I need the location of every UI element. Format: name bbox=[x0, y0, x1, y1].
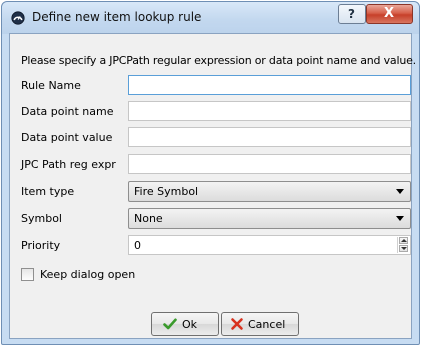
keep-dialog-open-checkbox[interactable] bbox=[21, 268, 34, 281]
title-bar[interactable]: Define new item lookup rule ? X bbox=[2, 2, 419, 34]
data-point-name-label: Data point name bbox=[21, 105, 114, 118]
item-type-value: Fire Symbol bbox=[134, 185, 199, 198]
symbol-value: None bbox=[134, 212, 163, 225]
ok-button[interactable]: Ok bbox=[151, 312, 219, 336]
cancel-label: Cancel bbox=[248, 318, 286, 331]
data-point-value-field[interactable] bbox=[128, 127, 411, 147]
priority-value: 0 bbox=[134, 239, 141, 252]
symbol-select[interactable]: None bbox=[128, 208, 411, 229]
jpc-path-field[interactable] bbox=[128, 154, 411, 174]
priority-spinbox[interactable]: 0 bbox=[128, 235, 411, 255]
gauge-icon bbox=[11, 11, 25, 25]
spin-down-icon[interactable] bbox=[399, 245, 408, 252]
window-title: Define new item lookup rule bbox=[32, 10, 202, 24]
data-point-value-label: Data point value bbox=[21, 131, 113, 144]
close-button[interactable]: X bbox=[366, 4, 413, 24]
instructions-text: Please specify a JPCPath regular express… bbox=[21, 54, 416, 67]
ok-label: Ok bbox=[182, 318, 198, 331]
help-icon: ? bbox=[348, 7, 355, 21]
jpc-path-label: JPC Path reg expr bbox=[21, 158, 116, 171]
dialog-body: Please specify a JPCPath regular express… bbox=[9, 33, 416, 339]
symbol-label: Symbol bbox=[21, 212, 62, 225]
close-icon: X bbox=[384, 6, 395, 21]
help-button[interactable]: ? bbox=[338, 4, 366, 24]
priority-label: Priority bbox=[21, 239, 61, 252]
chevron-down-icon bbox=[396, 189, 404, 194]
data-point-name-field[interactable] bbox=[128, 101, 411, 121]
red-x-icon bbox=[231, 318, 243, 330]
keep-dialog-open-label: Keep dialog open bbox=[40, 268, 136, 281]
chevron-down-icon bbox=[396, 216, 404, 221]
cancel-button[interactable]: Cancel bbox=[221, 312, 299, 336]
spin-up-icon[interactable] bbox=[399, 237, 408, 244]
rule-name-label: Rule Name bbox=[21, 79, 81, 92]
item-type-label: Item type bbox=[21, 185, 75, 198]
rule-name-field[interactable] bbox=[128, 75, 411, 95]
item-type-select[interactable]: Fire Symbol bbox=[128, 181, 411, 202]
spin-buttons bbox=[397, 237, 409, 253]
checkmark-icon bbox=[163, 318, 177, 330]
dialog-window: Define new item lookup rule ? X Please s… bbox=[1, 1, 420, 345]
